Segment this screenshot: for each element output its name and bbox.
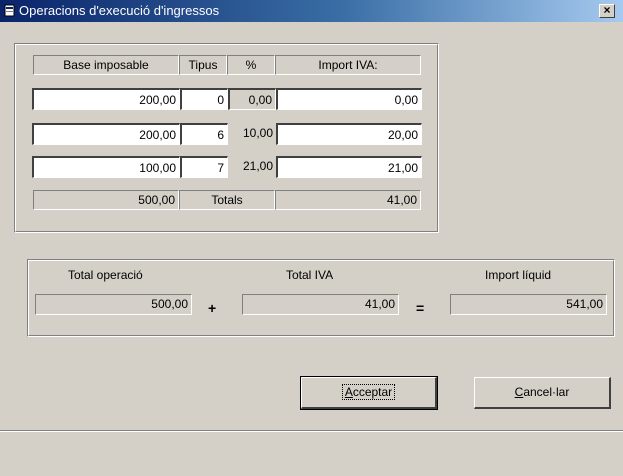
import-liquid-value: 541,00	[450, 294, 607, 315]
header-import-iva: Import IVA:	[275, 55, 421, 75]
row2-tipus-input[interactable]: 6	[180, 123, 228, 145]
total-iva-label: Total IVA	[286, 268, 334, 282]
close-button[interactable]: ×	[599, 4, 615, 18]
window-title: Operacions d'execució d'ingressos	[19, 3, 220, 18]
row2-import-input[interactable]: 20,00	[276, 123, 422, 145]
header-percent: %	[227, 55, 275, 75]
status-bar	[0, 430, 623, 476]
row1-pct-value: 0,00	[228, 88, 276, 110]
equals-sign: =	[416, 300, 425, 316]
import-liquid-label: Import líquid	[485, 268, 552, 282]
accept-button[interactable]: Acceptar	[300, 376, 438, 410]
row1-tipus-input[interactable]: 0	[180, 88, 228, 110]
totals-import-value: 41,00	[275, 190, 421, 210]
row3-base-input[interactable]: 100,00	[32, 156, 180, 178]
row2-pct-value: 10,00	[228, 123, 276, 145]
totals-label: Totals	[179, 190, 275, 210]
total-iva-value: 41,00	[242, 294, 399, 315]
header-tipus: Tipus	[179, 55, 227, 75]
title-bar[interactable]: Operacions d'execució d'ingressos ×	[0, 0, 623, 22]
row3-pct-value: 21,00	[228, 156, 276, 178]
close-icon: ×	[603, 3, 611, 17]
totals-base-value: 500,00	[33, 190, 179, 210]
row3-import-input[interactable]: 21,00	[276, 156, 422, 178]
window-app-icon	[4, 4, 15, 17]
header-base-imposable: Base imposable	[33, 55, 179, 75]
cancel-button[interactable]: Cancel·lar	[474, 377, 611, 409]
cancel-button-label: Cancel·lar	[514, 385, 570, 399]
row1-base-input[interactable]: 200,00	[32, 88, 180, 110]
row1-import-input[interactable]: 0,00	[276, 88, 422, 110]
total-operacio-value: 500,00	[35, 294, 192, 315]
plus-sign: +	[208, 300, 217, 316]
row3-tipus-input[interactable]: 7	[180, 156, 228, 178]
row2-base-input[interactable]: 200,00	[32, 123, 180, 145]
accept-button-label: Acceptar	[341, 384, 396, 400]
total-operacio-label: Total operació	[68, 268, 143, 282]
